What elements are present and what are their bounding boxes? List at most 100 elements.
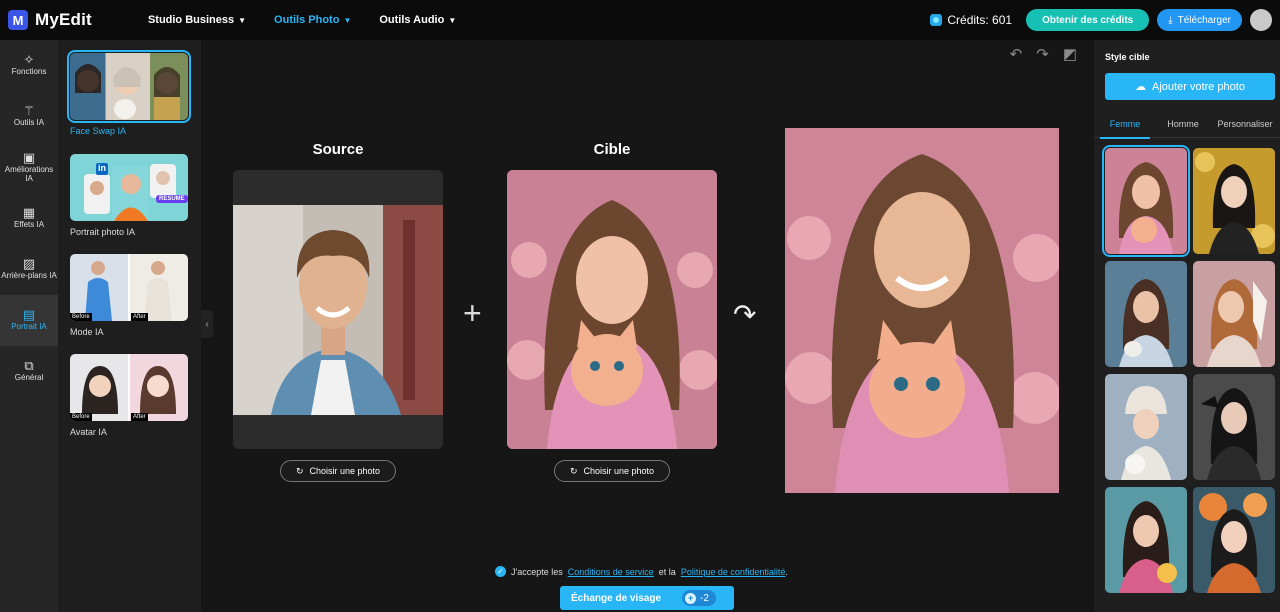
- canvas-toolbar: ↶ ↷ ◩: [1010, 45, 1077, 63]
- style-panel: Style cible ☁ Ajouter votre photo Femme …: [1094, 40, 1280, 612]
- top-bar: M MyEdit Studio Business ▼ Outils Photo ▼ …: [0, 0, 1280, 40]
- choose-target-photo-button[interactable]: ↻ Choisir une photo: [554, 460, 670, 482]
- mode-ia-thumbnail: Before After: [70, 254, 188, 321]
- header-actions: Crédits: 601 Obtenir des crédits ⤓ Téléc…: [930, 9, 1272, 31]
- linkedin-icon: in: [98, 163, 106, 173]
- terms-suffix: .: [785, 566, 788, 577]
- terms-mid: et la: [658, 566, 676, 577]
- style-thumbnail[interactable]: [1193, 261, 1275, 367]
- style-image: [1193, 374, 1275, 480]
- general-icon: ⧉: [24, 358, 34, 373]
- style-thumbnail[interactable]: [1193, 148, 1275, 254]
- thumbnail-fashion-image: [85, 254, 172, 321]
- terms-of-service-link[interactable]: Conditions de service: [568, 567, 654, 577]
- after-label: After: [131, 313, 148, 321]
- compare-icon[interactable]: ◩: [1063, 45, 1077, 63]
- style-gallery: [1102, 145, 1275, 593]
- effects-icon: ▦: [22, 205, 36, 220]
- undo-icon[interactable]: ↶: [1010, 45, 1023, 63]
- tool-face-swap-ia[interactable]: Face Swap IA: [67, 50, 191, 136]
- style-thumbnail[interactable]: [1105, 261, 1187, 367]
- add-photo-button[interactable]: ☁ Ajouter votre photo: [1105, 73, 1275, 100]
- tab-personnaliser[interactable]: Personnaliser: [1210, 110, 1280, 138]
- style-thumbnail[interactable]: [1102, 145, 1190, 257]
- nav-label: Outils Audio: [379, 14, 445, 26]
- add-photo-label: Ajouter votre photo: [1152, 80, 1245, 93]
- privacy-policy-link[interactable]: Politique de confidentialité: [681, 567, 786, 577]
- magic-wand-icon: ⚚: [23, 103, 35, 118]
- source-photo-image: [233, 205, 443, 415]
- rail-item-ameliorations-ia[interactable]: ▣ Améliorations IA: [0, 142, 58, 193]
- rail-item-outils-ia[interactable]: ⚚ Outils IA: [0, 91, 58, 142]
- rail-item-general[interactable]: ⧉ Général: [0, 346, 58, 397]
- credits-label: Crédits: 601: [947, 13, 1013, 27]
- rail-item-portrait-ia[interactable]: ▤ Portrait IA: [0, 295, 58, 346]
- collapse-panel-button[interactable]: ‹: [201, 310, 213, 338]
- tool-avatar-ia[interactable]: Before After Avatar IA: [70, 354, 188, 437]
- rail-label: Outils IA: [13, 118, 45, 127]
- tab-homme[interactable]: Homme: [1156, 110, 1210, 138]
- style-thumbnail[interactable]: [1105, 487, 1187, 593]
- checkbox-checked-icon[interactable]: ✓: [495, 566, 506, 577]
- get-credits-button[interactable]: Obtenir des crédits: [1026, 9, 1150, 31]
- logo-mark-icon: M: [8, 10, 28, 30]
- result-photo-image: [785, 128, 1059, 493]
- nav-label: Studio Business: [147, 14, 235, 26]
- portrait-photo-thumbnail: in RESUME: [70, 154, 188, 221]
- thumbnail-portraits-image: [84, 163, 176, 221]
- tab-femme[interactable]: Femme: [1094, 110, 1156, 139]
- face-swap-label: Échange de visage: [571, 592, 662, 604]
- rail-label: Fonctions: [11, 67, 47, 76]
- tool-label: Face Swap IA: [70, 126, 127, 136]
- before-label: Before: [70, 413, 92, 421]
- terms-prefix: J'accepte les: [511, 566, 563, 577]
- style-thumbnail[interactable]: [1193, 374, 1275, 480]
- workspace-canvas: ↶ ↷ ◩ Source ↻ Choisir une photo + Cible: [213, 40, 1093, 612]
- style-thumbnail[interactable]: [1105, 374, 1187, 480]
- tool-portrait-photo-ia[interactable]: in RESUME Portrait photo IA: [70, 154, 188, 237]
- credit-coin-icon: [930, 14, 943, 26]
- credit-cost-badge: + -2: [682, 590, 716, 606]
- download-button[interactable]: ⤓ Télécharger: [1157, 9, 1242, 31]
- style-thumbnail[interactable]: [1193, 487, 1275, 593]
- resume-badge: RESUME: [156, 195, 188, 203]
- left-rail: ✧ Fonctions ⚚ Outils IA ▣ Améliorations IA …: [0, 40, 58, 612]
- credits-display: Crédits: 601: [930, 13, 1012, 27]
- app-logo[interactable]: M MyEdit: [8, 10, 92, 30]
- rail-item-fonctions[interactable]: ✧ Fonctions: [0, 40, 58, 91]
- choose-photo-label: Choisir une photo: [309, 466, 381, 476]
- nav-outils-photo[interactable]: Outils Photo ▼: [274, 14, 351, 26]
- style-image: [1193, 261, 1275, 367]
- target-photo-frame[interactable]: [507, 170, 717, 449]
- source-photo-frame[interactable]: [233, 170, 443, 449]
- portrait-icon: ▤: [22, 307, 36, 322]
- rail-label: Portrait IA: [11, 322, 47, 331]
- rail-label: Arrière-plans IA: [1, 271, 57, 280]
- thumbnail-faces-image: [75, 64, 180, 120]
- top-nav: Studio Business ▼ Outils Photo ▼ Outils Au…: [148, 14, 456, 26]
- before-label: Before: [70, 313, 92, 321]
- nav-studio-business[interactable]: Studio Business ▼: [148, 14, 246, 26]
- face-swap-thumbnail: [67, 50, 191, 123]
- plus-icon: +: [463, 295, 482, 331]
- result-photo-frame[interactable]: [785, 128, 1059, 493]
- style-image: [1105, 487, 1187, 593]
- rail-item-effets-ia[interactable]: ▦ Effets IA: [0, 193, 58, 244]
- style-image: [1105, 148, 1187, 254]
- face-swap-button[interactable]: Échange de visage + -2: [560, 586, 734, 610]
- style-image: [1193, 487, 1275, 593]
- style-image: [1193, 148, 1275, 254]
- chevron-down-icon: ▼: [448, 15, 457, 25]
- rotate-icon: ↻: [295, 465, 304, 476]
- nav-outils-audio[interactable]: Outils Audio ▼: [379, 14, 456, 26]
- tool-mode-ia[interactable]: Before After Mode IA: [70, 254, 188, 337]
- chevron-left-icon: ‹: [205, 318, 209, 330]
- redo-icon[interactable]: ↷: [1036, 45, 1049, 63]
- user-avatar[interactable]: [1250, 9, 1272, 31]
- style-image: [1105, 261, 1187, 367]
- rail-item-arriere-plans-ia[interactable]: ▨ Arrière-plans IA: [0, 244, 58, 295]
- choose-source-photo-button[interactable]: ↻ Choisir une photo: [280, 460, 396, 482]
- sparkle-icon: ✧: [23, 52, 35, 67]
- tool-label: Mode IA: [70, 327, 104, 337]
- rotate-icon: ↻: [569, 465, 578, 476]
